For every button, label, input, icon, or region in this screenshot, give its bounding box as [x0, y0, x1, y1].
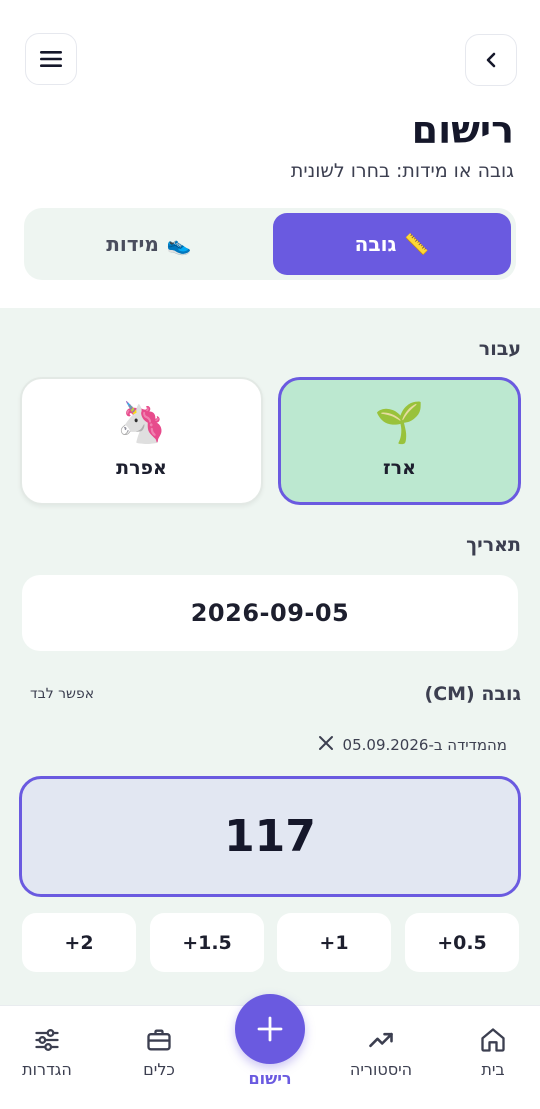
height-value-input[interactable]: 117 [19, 776, 521, 897]
back-button[interactable] [465, 34, 517, 86]
previous-measurement-note: מהמדידה ב-05.09.2026 [317, 734, 507, 755]
nav-tools-label: כלים [143, 1060, 175, 1079]
briefcase-icon [147, 1029, 171, 1051]
nav-tools[interactable]: כלים [109, 1026, 209, 1079]
increment-0-5-button[interactable]: +0.5 [405, 913, 519, 972]
nav-record-label[interactable]: רישום [220, 1069, 320, 1088]
nav-settings-label: הגדרות [22, 1060, 72, 1079]
close-icon[interactable] [317, 734, 335, 755]
tab-height-label: גובה [354, 232, 397, 256]
unicorn-icon: 🦄 [116, 400, 167, 446]
increment-1-button[interactable]: +1 [277, 913, 391, 972]
seedling-icon: 🌱 [374, 400, 425, 446]
child-name: אפרת [116, 457, 167, 479]
sneaker-icon: 👟 [166, 232, 192, 256]
nav-home[interactable]: בית [443, 1026, 540, 1079]
nav-history[interactable]: היסטוריה [331, 1026, 431, 1079]
date-field[interactable]: 2026-09-05 [22, 575, 518, 651]
increment-2-button[interactable]: +2 [22, 913, 136, 972]
page-subtitle: גובה או מידות: בחרו לשונית [290, 160, 514, 182]
child-name: ארז [383, 457, 416, 479]
trending-up-icon [369, 1032, 393, 1048]
nav-home-label: בית [481, 1060, 505, 1079]
mode-tabs: 📏 גובה 👟 מידות [24, 208, 516, 280]
chevron-left-icon [486, 52, 496, 68]
child-card-efrat[interactable]: 🦄 אפרת [20, 377, 263, 505]
ruler-icon: 📏 [404, 232, 430, 256]
previous-measurement-text: מהמדידה ב-05.09.2026 [342, 735, 507, 754]
date-label: תאריך [466, 534, 521, 556]
height-label: גובה (CM) [424, 683, 522, 705]
home-icon [481, 1028, 505, 1052]
sliders-icon [35, 1029, 59, 1051]
tab-height[interactable]: 📏 גובה [273, 213, 511, 275]
tab-measurements-label: מידות [106, 232, 159, 256]
child-card-erez[interactable]: 🌱 ארז [278, 377, 521, 505]
hamburger-menu-icon [40, 51, 62, 67]
skip-link[interactable]: אפשר לבד [30, 686, 94, 702]
plus-icon [257, 1016, 283, 1042]
menu-button[interactable] [25, 33, 77, 85]
nav-settings[interactable]: הגדרות [0, 1026, 97, 1079]
add-record-button[interactable] [235, 994, 305, 1064]
tab-measurements[interactable]: 👟 מידות [30, 213, 268, 275]
increment-1-5-button[interactable]: +1.5 [150, 913, 264, 972]
nav-history-label: היסטוריה [349, 1060, 413, 1079]
top-bar [0, 33, 540, 87]
for-label: עבור [478, 338, 521, 360]
page-title: רישום [411, 108, 514, 152]
